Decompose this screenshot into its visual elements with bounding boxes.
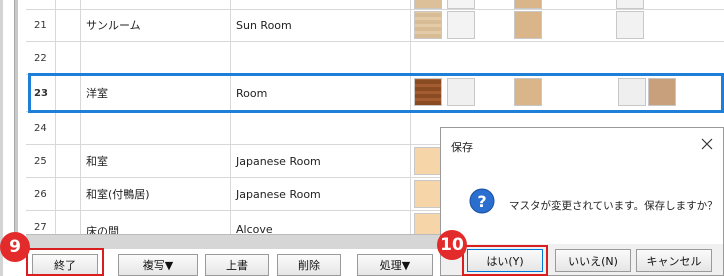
close-icon[interactable]	[699, 136, 715, 152]
name-en-cell[interactable]	[231, 42, 411, 74]
horizontal-scrollbar[interactable]	[26, 234, 446, 249]
texture-swatch[interactable]	[616, 0, 644, 9]
row-number: 22	[26, 42, 56, 74]
name-ja-cell[interactable]: 和室(付鴨居)	[81, 178, 231, 210]
name-ja-cell[interactable]: サンルーム	[81, 9, 231, 41]
svg-text:?: ?	[477, 192, 486, 211]
name-en-cell[interactable]	[231, 112, 411, 144]
name-en-cell[interactable]: Japanese Room	[231, 145, 411, 177]
name-en-cell[interactable]: Sun Room	[231, 9, 411, 41]
copy-menu-button[interactable]: 複写▼	[118, 254, 198, 276]
table-row[interactable]: 22	[26, 42, 724, 75]
row-number: 21	[26, 9, 56, 41]
step-badge-9: 9	[0, 232, 30, 262]
cancel-button[interactable]: キャンセル	[636, 249, 712, 272]
name-ja-cell[interactable]	[81, 112, 231, 144]
dialog-title: 保存	[451, 139, 473, 155]
texture-swatch[interactable]	[514, 0, 542, 9]
name-ja-cell[interactable]	[81, 42, 231, 74]
name-en-cell[interactable]: Japanese Room	[231, 178, 411, 210]
table-row[interactable]: 23 洋室 Room	[26, 75, 724, 112]
texture-swatch[interactable]	[414, 0, 442, 9]
name-ja-cell[interactable]: 洋室	[81, 75, 231, 111]
texture-swatch[interactable]	[447, 78, 475, 106]
dialog-message-area: ? マスタが変更されています。保存しますか？	[441, 164, 723, 244]
texture-swatch[interactable]	[514, 11, 542, 39]
texture-swatch[interactable]	[414, 147, 442, 175]
texture-swatch[interactable]	[447, 11, 475, 39]
dialog-message: マスタが変更されています。保存しますか？	[509, 198, 718, 213]
question-icon: ?	[469, 188, 495, 214]
process-menu-button[interactable]: 処理▼	[357, 254, 433, 276]
finish-highlight-box	[26, 248, 104, 276]
texture-swatch[interactable]	[447, 0, 475, 9]
texture-swatch[interactable]	[618, 78, 646, 106]
texture-swatch[interactable]	[616, 11, 644, 39]
row-number: 26	[26, 178, 56, 210]
window-left-edge	[0, 0, 3, 276]
step-badge-10: 10	[437, 230, 467, 260]
texture-swatch[interactable]	[514, 78, 542, 106]
row-number: 24	[26, 112, 56, 144]
splitter-bar[interactable]	[14, 0, 18, 250]
row-number: 25	[26, 145, 56, 177]
no-button[interactable]: いいえ(N)	[555, 249, 631, 272]
row-number: 23	[26, 75, 56, 111]
dialog-titlebar: 保存	[441, 128, 723, 164]
overwrite-button[interactable]: 上書	[205, 254, 269, 276]
name-en-cell[interactable]: Room	[231, 75, 411, 111]
texture-swatch[interactable]	[648, 78, 676, 106]
texture-swatch[interactable]	[414, 180, 442, 208]
delete-button[interactable]: 削除	[277, 254, 341, 276]
texture-swatch[interactable]	[414, 11, 442, 39]
table-row[interactable]: 21 サンルーム Sun Room	[26, 9, 724, 42]
name-ja-cell[interactable]: 和室	[81, 145, 231, 177]
texture-swatch[interactable]	[414, 78, 442, 106]
yes-highlight-box	[462, 245, 548, 276]
